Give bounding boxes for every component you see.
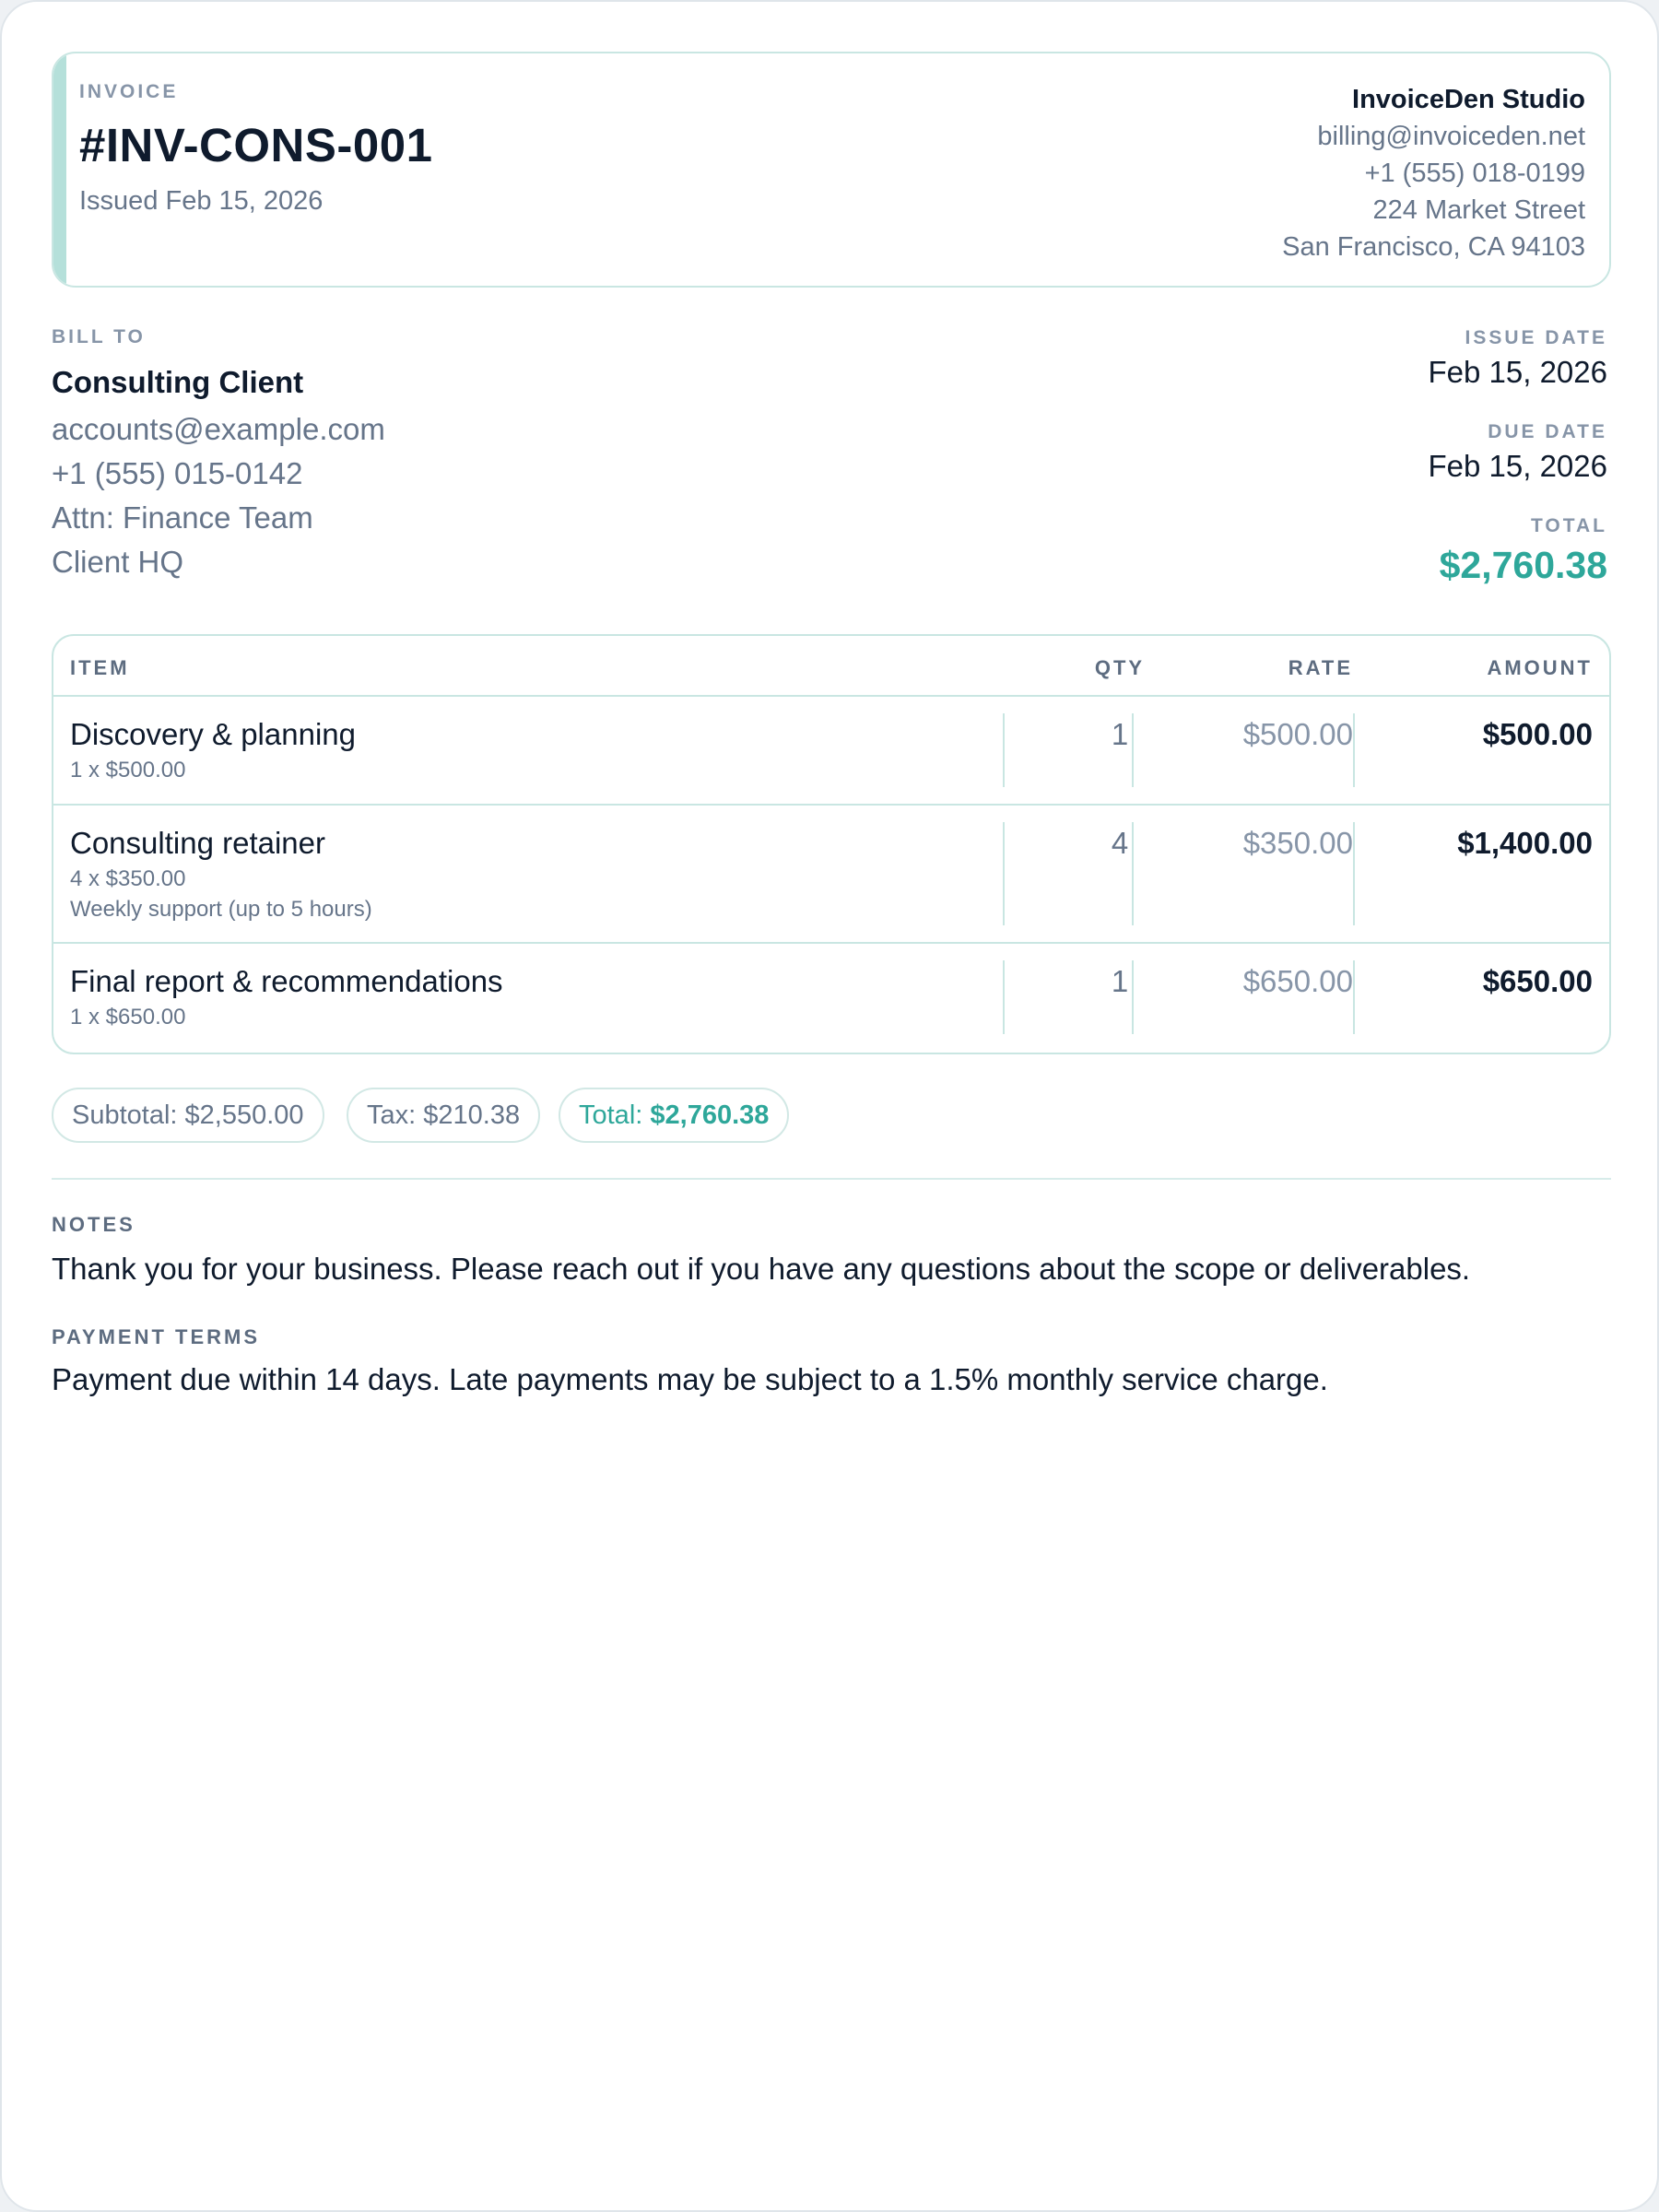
column-header-qty: QTY	[1094, 656, 1146, 679]
bill-to-email: accounts@example.com	[52, 412, 385, 446]
column-header-item: ITEM	[70, 656, 130, 679]
table-row: Discovery & planning 1 x $500.00 1 $500.…	[53, 697, 1609, 804]
item-amount: $650.00	[1482, 964, 1593, 998]
item-qty: 1	[1111, 964, 1129, 998]
column-divider	[1132, 713, 1134, 787]
notes-text: Thank you for your business. Please reac…	[52, 1252, 1471, 1286]
total-pill-value: $2,760.38	[650, 1100, 770, 1130]
due-date-label: DUE DATE	[1488, 421, 1607, 442]
item-note: Weekly support (up to 5 hours)	[70, 897, 372, 922]
column-divider	[1353, 713, 1355, 787]
total-pill-label: Total:	[579, 1100, 643, 1130]
bill-to-attn: Attn: Finance Team	[52, 500, 313, 535]
line-items-table: ITEM QTY RATE AMOUNT Discovery & plannin…	[52, 634, 1611, 1054]
invoice-issued-date: Issued Feb 15, 2026	[79, 186, 324, 216]
invoice-meta: ISSUE DATE Feb 15, 2026 DUE DATE Feb 15,…	[1429, 324, 1608, 590]
item-rate: $500.00	[1242, 717, 1353, 751]
column-header-rate: RATE	[1288, 656, 1353, 679]
invoice-header-card: INVOICE #INV-CONS-001 Issued Feb 15, 202…	[52, 52, 1611, 288]
section-divider	[52, 1178, 1611, 1180]
item-title: Final report & recommendations	[70, 964, 503, 998]
company-street: 224 Market Street	[1372, 195, 1586, 225]
bill-to-label: BILL TO	[52, 326, 146, 347]
item-title: Consulting retainer	[70, 826, 325, 860]
invoice-page: INVOICE #INV-CONS-001 Issued Feb 15, 202…	[0, 0, 1659, 2212]
tax-pill: Tax: $210.38	[347, 1088, 541, 1143]
item-amount: $500.00	[1482, 717, 1593, 751]
item-title: Discovery & planning	[70, 717, 356, 751]
column-divider	[1003, 822, 1005, 925]
payment-terms-label: PAYMENT TERMS	[52, 1325, 261, 1348]
issue-date-value: Feb 15, 2026	[1428, 355, 1608, 389]
invoice-label: INVOICE	[79, 81, 179, 102]
item-qty: 4	[1111, 826, 1129, 860]
bill-to-phone: +1 (555) 015-0142	[52, 456, 303, 490]
company-city: San Francisco, CA 94103	[1282, 232, 1585, 262]
header-accent-bar	[53, 53, 66, 286]
item-rate: $650.00	[1242, 964, 1353, 998]
total-label: TOTAL	[1530, 515, 1607, 536]
company-info: InvoiceDen Studio billing@invoiceden.net…	[1282, 81, 1585, 265]
company-phone: +1 (555) 018-0199	[1364, 159, 1585, 188]
bill-to-details: accounts@example.com +1 (555) 015-0142 A…	[52, 407, 385, 584]
column-divider	[1353, 822, 1355, 925]
item-rate: $350.00	[1242, 826, 1353, 860]
notes-label: NOTES	[52, 1213, 135, 1236]
company-email: billing@invoiceden.net	[1317, 122, 1585, 151]
invoice-number: #INV-CONS-001	[79, 119, 433, 171]
item-detail: 1 x $650.00	[70, 1005, 186, 1030]
total-value: $2,760.38	[1439, 544, 1607, 586]
bill-to-name: Consulting Client	[52, 365, 304, 399]
table-row: Final report & recommendations 1 x $650.…	[53, 944, 1609, 1053]
item-detail: 4 x $350.00	[70, 866, 186, 891]
column-divider	[1132, 960, 1134, 1034]
subtotal-pill: Subtotal: $2,550.00	[52, 1088, 324, 1143]
item-amount: $1,400.00	[1457, 826, 1593, 860]
total-pill: Total: $2,760.38	[559, 1088, 790, 1143]
column-divider	[1003, 713, 1005, 787]
company-name: InvoiceDen Studio	[1352, 85, 1585, 114]
issue-date-label: ISSUE DATE	[1465, 327, 1607, 348]
payment-terms-text: Payment due within 14 days. Late payment…	[52, 1362, 1328, 1396]
item-qty: 1	[1111, 717, 1129, 751]
column-header-amount: AMOUNT	[1487, 656, 1593, 679]
bill-to-location: Client HQ	[52, 545, 184, 579]
column-divider	[1132, 822, 1134, 925]
column-divider	[1353, 960, 1355, 1034]
column-divider	[1003, 960, 1005, 1034]
due-date-value: Feb 15, 2026	[1428, 449, 1608, 483]
table-row: Consulting retainer 4 x $350.00 Weekly s…	[53, 806, 1609, 942]
item-detail: 1 x $500.00	[70, 758, 186, 782]
